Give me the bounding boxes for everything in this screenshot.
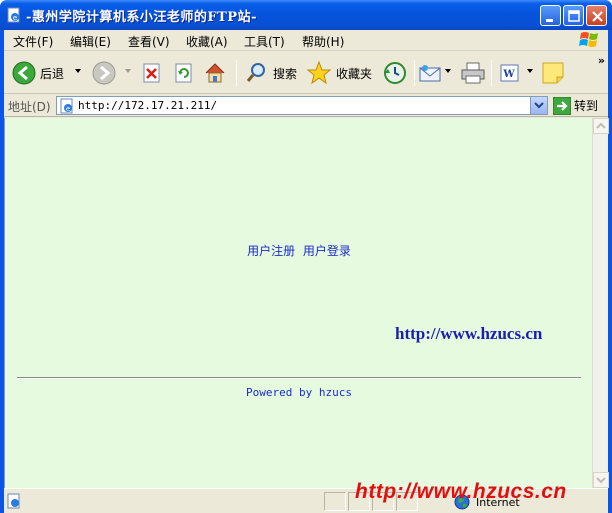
title-bar[interactable]: e -惠州学院计算机系小汪老师的FTP站-: [0, 0, 612, 30]
powered-by-text: Powered by hzucs: [246, 386, 352, 399]
svg-text:e: e: [13, 14, 17, 22]
go-arrow-icon: [553, 96, 571, 115]
address-value[interactable]: http://172.17.21.211/: [78, 99, 217, 112]
home-icon: [205, 63, 225, 83]
standard-toolbar: 后退 搜索 收藏夹 W »: [4, 52, 608, 94]
history-icon: [384, 62, 406, 84]
maximize-button[interactable]: [563, 5, 584, 26]
back-dropdown-icon[interactable]: [75, 69, 81, 73]
ie-page-icon: [7, 493, 20, 509]
printer-icon: [461, 62, 485, 84]
scroll-down-button[interactable]: [593, 472, 609, 488]
minimize-button[interactable]: [540, 5, 561, 26]
close-button[interactable]: [586, 5, 607, 26]
ie-page-icon: e: [7, 7, 20, 23]
window-title: -惠州学院计算机系小汪老师的FTP站-: [26, 10, 257, 25]
go-label: 转到: [574, 99, 599, 113]
mail-button[interactable]: [418, 59, 442, 87]
edit-button[interactable]: W: [499, 59, 521, 87]
svg-text:e: e: [66, 105, 70, 113]
status-panel: [324, 492, 346, 511]
print-button[interactable]: [460, 59, 486, 87]
discuss-button[interactable]: [541, 59, 565, 87]
back-label: 后退: [40, 66, 65, 81]
horizontal-rule: [17, 377, 581, 379]
word-edit-icon: W: [500, 64, 519, 82]
toolbar-separator: [236, 60, 237, 86]
history-button[interactable]: [382, 59, 408, 87]
stop-icon: [143, 63, 160, 83]
menu-bar: 文件(F) 编辑(E) 查看(V) 收藏(A) 工具(T) 帮助(H): [4, 30, 608, 51]
note-icon: [542, 62, 564, 84]
forward-arrow-icon: [92, 61, 116, 85]
search-icon: [246, 63, 265, 82]
mail-icon: [419, 65, 441, 82]
stop-button[interactable]: [141, 59, 163, 87]
address-input[interactable]: e http://172.17.21.211/: [56, 96, 548, 115]
chevron-down-icon: [534, 102, 544, 109]
menu-help[interactable]: 帮助(H): [302, 33, 344, 50]
refresh-button[interactable]: [173, 59, 195, 87]
windows-logo-icon: [579, 32, 598, 47]
menu-edit[interactable]: 编辑(E): [70, 33, 111, 50]
forward-dropdown-icon: [125, 69, 131, 73]
page-content: 用户注册 用户登录 http://www.hzucs.cn Powered by…: [4, 118, 592, 488]
toolbar-separator: [491, 60, 492, 86]
chevron-down-icon: [596, 477, 606, 484]
account-links: 用户注册 用户登录: [5, 242, 593, 259]
watermark-text: http://www.hzucs.cn: [355, 480, 567, 503]
search-label: 搜索: [273, 66, 298, 81]
home-button[interactable]: [203, 59, 227, 87]
register-link[interactable]: 用户注册: [247, 244, 295, 258]
menu-file[interactable]: 文件(F): [13, 33, 53, 50]
address-label: 地址(D): [8, 100, 51, 114]
address-bar: 地址(D) e http://172.17.21.211/ 转到: [4, 94, 608, 117]
refresh-icon: [175, 63, 192, 83]
favorites-label: 收藏夹: [336, 66, 373, 81]
favorites-button[interactable]: 收藏夹: [306, 59, 372, 87]
svg-text:W: W: [502, 69, 515, 80]
browser-client-area: 文件(F) 编辑(E) 查看(V) 收藏(A) 工具(T) 帮助(H) 后退 搜…: [4, 30, 609, 513]
edit-dropdown-icon[interactable]: [527, 69, 533, 73]
go-button[interactable]: 转到: [553, 96, 598, 115]
mail-dropdown-icon[interactable]: [445, 69, 451, 73]
toolbar-separator: [414, 60, 415, 86]
menu-favorites[interactable]: 收藏(A): [186, 33, 228, 50]
back-arrow-icon: [12, 61, 36, 85]
browser-window: e -惠州学院计算机系小汪老师的FTP站- 文件(F) 编辑(E) 查看(V) …: [0, 0, 612, 513]
menu-view[interactable]: 查看(V): [128, 33, 170, 50]
back-button[interactable]: 后退: [12, 59, 64, 87]
search-button[interactable]: 搜索: [245, 59, 297, 87]
scroll-up-button[interactable]: [593, 118, 609, 134]
favorites-star-icon: [306, 60, 332, 85]
address-dropdown-button[interactable]: [530, 97, 547, 114]
vertical-scrollbar[interactable]: [592, 118, 609, 488]
chevron-up-icon: [596, 122, 606, 129]
menu-tools[interactable]: 工具(T): [244, 33, 285, 50]
ie-page-icon: e: [60, 98, 73, 114]
login-link[interactable]: 用户登录: [303, 244, 351, 258]
toolbar-overflow-icon[interactable]: »: [598, 54, 605, 67]
site-url-text: http://www.hzucs.cn: [395, 324, 543, 343]
forward-button[interactable]: [92, 59, 116, 87]
